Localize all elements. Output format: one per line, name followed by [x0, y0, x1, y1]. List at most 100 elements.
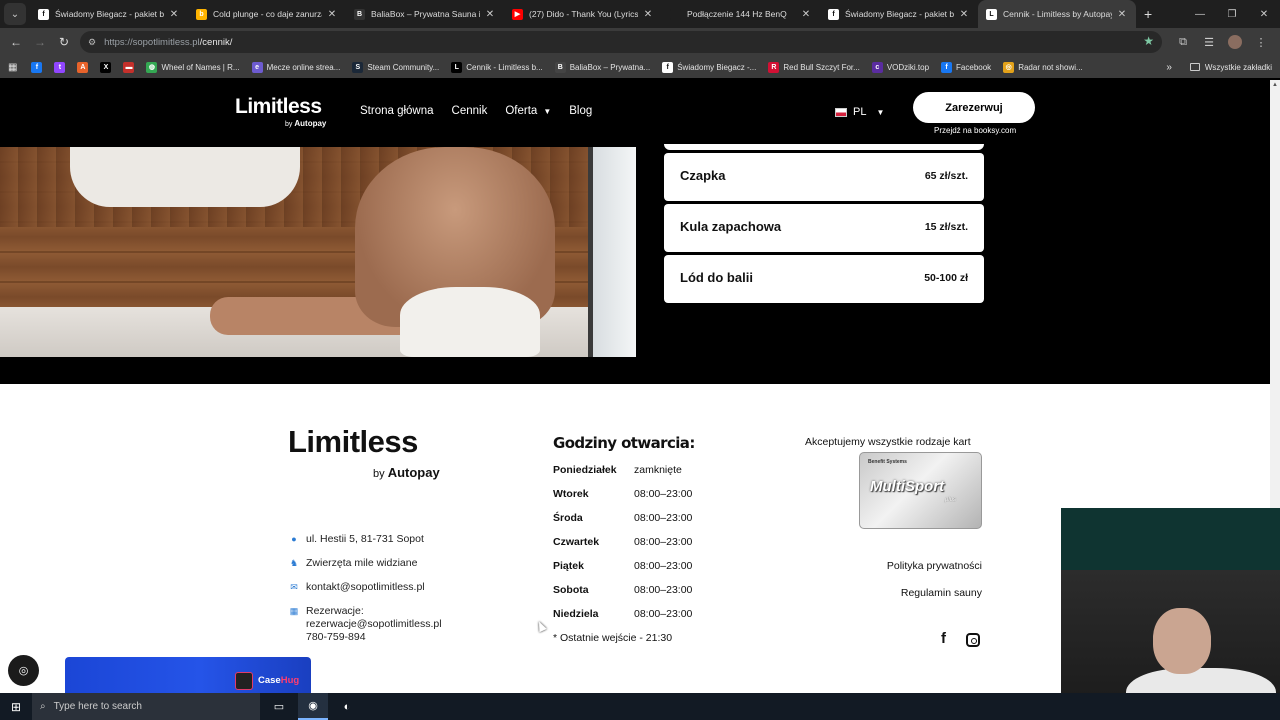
card-brand: Benefit Systems [868, 459, 907, 465]
bookmark-label: Cennik - Limitless b... [466, 62, 543, 72]
scroll-up-icon[interactable]: ▲ [1272, 82, 1278, 88]
contact-reservations: ▦ Rezerwacje: rezerwacje@sopotlimitless.… [289, 605, 442, 644]
obs-app-icon[interactable]: ◐ [332, 693, 362, 720]
browser-tab[interactable]: L Cennik - Limitless by Autopay ✕ [978, 0, 1136, 28]
media-controls-icon[interactable]: ☰ [1196, 36, 1222, 49]
tab-search-button[interactable]: ⌄ [4, 3, 26, 25]
bookmark-label: Red Bull Szczyt For... [783, 62, 860, 72]
bookmark-item[interactable]: ◍ Wheel of Names | R... [146, 61, 240, 73]
sauna-photo [0, 147, 636, 357]
nav-blog[interactable]: Blog [569, 105, 592, 117]
footer-logo[interactable]: Limitless [288, 424, 418, 460]
privacy-policy-link[interactable]: Polityka prywatności [887, 560, 982, 572]
browser-menu-icon[interactable]: ⋮ [1248, 36, 1274, 49]
webcam-overlay [1061, 508, 1280, 720]
photo-towel [400, 287, 540, 357]
chrome-app-icon[interactable]: ◉ [298, 693, 328, 720]
bookmark-star-icon[interactable]: ★ [1143, 34, 1154, 48]
facebook-icon: f [941, 61, 953, 73]
back-button[interactable]: ← [4, 35, 28, 49]
address-text: ul. Hestii 5, 81-731 Sopot [306, 533, 424, 545]
close-window-button[interactable]: ✕ [1248, 9, 1280, 20]
bookmark-item[interactable]: S Steam Community... [352, 61, 439, 73]
new-tab-button[interactable]: + [1144, 6, 1152, 22]
reserve-button[interactable]: Zarezerwuj [913, 92, 1035, 123]
hours-title: Godziny otwarcia: [553, 434, 695, 452]
close-tab-icon[interactable]: ✕ [168, 9, 180, 20]
url-text[interactable]: https://sopotlimitless.pl/cennik/ [104, 37, 232, 48]
site-info-icon[interactable]: ⚙ [88, 37, 96, 48]
minimize-button[interactable]: — [1184, 9, 1216, 20]
close-tab-icon[interactable]: ✕ [800, 9, 812, 20]
hours-time: 08:00–23:00 [634, 536, 693, 548]
casehug-logo-icon [235, 672, 253, 690]
bookmark-item[interactable]: B BaliaBox – Prywatna... [554, 61, 650, 73]
reservations-email-link[interactable]: rezerwacje@sopotlimitless.pl [306, 618, 442, 631]
footer-logo-by: by [373, 468, 385, 480]
nav-pricing[interactable]: Cennik [452, 105, 488, 117]
forward-button[interactable]: → [28, 35, 52, 49]
bookmark-item[interactable]: X [100, 61, 115, 73]
bookmark-item[interactable]: ▬ [123, 61, 138, 73]
price-item-name: Czapka [680, 168, 726, 183]
site-logo[interactable]: Limitless [235, 95, 322, 119]
hours-row: Czwartek 08:00–23:00 [553, 536, 692, 548]
extensions-icon[interactable]: ⧉ [1170, 36, 1196, 49]
taskbar-search[interactable]: ⌕ Type here to search [32, 693, 260, 720]
radar-icon: ◎ [1003, 61, 1015, 73]
all-bookmarks-link[interactable]: Wszystkie zakładki [1205, 63, 1272, 72]
price-card: Czapka 65 zł/szt. [664, 153, 984, 201]
facebook-icon[interactable]: f [941, 630, 946, 647]
bookmark-item[interactable]: f [31, 61, 46, 73]
bookmark-item[interactable]: e Mecze online strea... [251, 61, 341, 73]
bookmark-item[interactable]: f Facebook [941, 61, 991, 73]
site-header: Limitless by Autopay Strona główna Cenni… [0, 80, 1270, 147]
bookmark-item[interactable]: c VODziki.top [871, 61, 929, 73]
tab-favicon-icon: f [828, 8, 839, 20]
chat-widget-button[interactable]: ◎ [8, 655, 39, 686]
close-tab-icon[interactable]: ✕ [642, 9, 654, 20]
booksy-link[interactable]: Przejdź na booksy.com [934, 126, 1016, 135]
terminal-app-icon[interactable]: ▭ [264, 693, 294, 720]
tab-title: Świadomy Biegacz - pakiet bad [55, 9, 164, 19]
email-link[interactable]: kontakt@sopotlimitless.pl [306, 581, 425, 593]
footer-logo-brand: Autopay [387, 465, 440, 480]
browser-tab[interactable]: f Świadomy Biegacz - pakiet bad ✕ [820, 0, 978, 28]
browser-tab[interactable]: ▶ (27) Dido - Thank You (Lyrics) - ✕ [504, 0, 662, 28]
address-bar[interactable]: ⚙ https://sopotlimitless.pl/cennik/ ★ [80, 31, 1162, 53]
dog-icon: ♞ [289, 557, 299, 568]
tab-favicon-icon: b [196, 8, 207, 20]
close-tab-icon[interactable]: ✕ [326, 9, 338, 20]
browser-tab[interactable]: b Cold plunge - co daje zanurzan ✕ [188, 0, 346, 28]
close-tab-icon[interactable]: ✕ [1116, 9, 1128, 20]
reload-button[interactable]: ↻ [52, 35, 76, 49]
nav-home[interactable]: Strona główna [360, 105, 434, 117]
multisport-card-image: Benefit Systems MultiSport plus [859, 452, 982, 529]
bookmark-item[interactable]: t [54, 61, 69, 73]
reservations-label: Rezerwacje: [306, 605, 364, 617]
bookmark-item[interactable]: R Red Bull Szczyt For... [768, 61, 860, 73]
browser-tab[interactable]: Podłączenie 144 Hz BenQ ✕ [662, 0, 820, 28]
bookmark-item[interactable]: f Świadomy Biegacz -... [662, 61, 756, 73]
more-bookmarks-icon[interactable]: » [1166, 62, 1172, 73]
instagram-icon[interactable] [966, 633, 980, 647]
bookmark-label: Mecze online strea... [266, 62, 341, 72]
bookmark-item[interactable]: ◎ Radar not showi... [1003, 61, 1083, 73]
restore-button[interactable]: ❐ [1216, 9, 1248, 20]
close-tab-icon[interactable]: ✕ [958, 9, 970, 20]
logo-by: by [285, 121, 293, 128]
browser-tab[interactable]: B BaliaBox – Prywatna Sauna i Ba ✕ [346, 0, 504, 28]
reservations-phone-link[interactable]: 780-759-894 [306, 631, 442, 644]
nav-offer[interactable]: Oferta ▼ [505, 105, 551, 117]
logo-brand: Autopay [294, 119, 327, 128]
apps-grid-icon[interactable]: ▦ [8, 62, 17, 73]
sauna-rules-link[interactable]: Regulamin sauny [901, 587, 982, 599]
price-item-value: 15 zł/szt. [924, 221, 968, 233]
close-tab-icon[interactable]: ✕ [484, 9, 496, 20]
language-selector[interactable]: PL ▼ [835, 106, 884, 118]
windows-start-icon[interactable]: ⊞ [0, 700, 32, 714]
bookmark-item[interactable]: A [77, 61, 92, 73]
bookmark-item[interactable]: L Cennik - Limitless b... [451, 61, 543, 73]
profile-avatar[interactable] [1228, 35, 1242, 49]
browser-tab[interactable]: f Świadomy Biegacz - pakiet bad ✕ [30, 0, 188, 28]
